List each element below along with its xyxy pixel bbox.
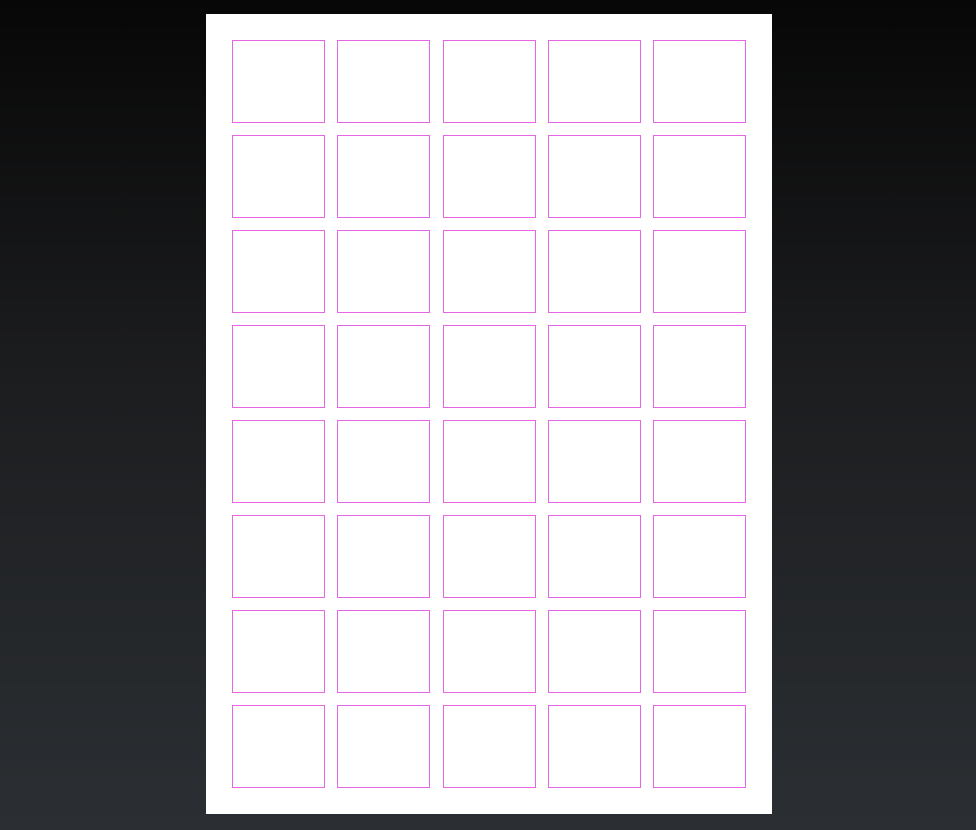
label-sheet-page (206, 14, 772, 814)
label-cell (653, 135, 746, 218)
label-cell (443, 515, 536, 598)
label-cell (548, 230, 641, 313)
label-cell (548, 515, 641, 598)
label-cell (443, 325, 536, 408)
label-cell (232, 420, 325, 503)
label-cell (337, 325, 430, 408)
label-cell (337, 135, 430, 218)
label-cell (232, 515, 325, 598)
label-cell (337, 420, 430, 503)
label-cell (653, 325, 746, 408)
label-cell (548, 705, 641, 788)
label-cell (548, 610, 641, 693)
label-cell (232, 40, 325, 123)
label-cell (232, 610, 325, 693)
label-cell (443, 230, 536, 313)
label-cell (548, 135, 641, 218)
label-cell (548, 420, 641, 503)
label-cell (548, 325, 641, 408)
label-cell (337, 40, 430, 123)
label-cell (232, 705, 325, 788)
label-cell (443, 610, 536, 693)
label-cell (653, 230, 746, 313)
label-cell (443, 705, 536, 788)
label-cell (337, 515, 430, 598)
label-cell (337, 705, 430, 788)
label-cell (232, 135, 325, 218)
label-cell (653, 40, 746, 123)
label-cell (232, 230, 325, 313)
label-cell (653, 515, 746, 598)
label-cell (337, 610, 430, 693)
label-cell (653, 420, 746, 503)
label-cell (443, 420, 536, 503)
label-cell (232, 325, 325, 408)
label-cell (653, 610, 746, 693)
label-cell (443, 135, 536, 218)
label-cell (337, 230, 430, 313)
label-cell (443, 40, 536, 123)
label-cell (548, 40, 641, 123)
label-cell (653, 705, 746, 788)
